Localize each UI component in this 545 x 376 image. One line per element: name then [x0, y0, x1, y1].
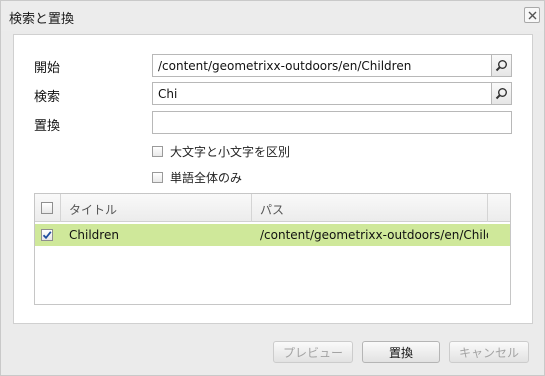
column-header-path[interactable]: パス	[252, 194, 488, 222]
case-sensitive-label: 大文字と小文字を区別	[170, 145, 291, 159]
whole-word-option[interactable]: 単語全体のみ	[152, 169, 242, 186]
column-header-title[interactable]: タイトル	[61, 194, 252, 222]
search-label: 検索	[34, 90, 61, 105]
select-all-cell	[35, 194, 61, 222]
close-icon	[528, 11, 536, 19]
case-sensitive-checkbox[interactable]	[152, 146, 163, 157]
grid-header: タイトル パス	[35, 194, 510, 222]
search-icon	[495, 88, 507, 100]
preview-button[interactable]: プレビュー	[273, 341, 353, 363]
search-icon	[495, 60, 507, 72]
table-row[interactable]: Children /content/geometrixx-outdoors/en…	[35, 224, 510, 246]
row-checkbox[interactable]	[41, 229, 53, 241]
row-path: /content/geometrixx-outdoors/en/Childr..…	[260, 228, 488, 242]
dialog-body: 開始 /content/geometrixx-outdoors/en/Child…	[13, 34, 533, 324]
whole-word-label: 単語全体のみ	[170, 171, 243, 185]
select-all-checkbox[interactable]	[41, 202, 53, 214]
search-input[interactable]: Chi	[152, 82, 492, 105]
search-trigger-button[interactable]	[491, 82, 512, 105]
dialog-title: 検索と置換	[9, 12, 75, 27]
replace-button[interactable]: 置換	[362, 341, 440, 363]
results-grid: タイトル パス Children /content/geometrixx-out…	[34, 193, 511, 305]
cancel-button[interactable]: キャンセル	[449, 341, 529, 363]
start-path-field[interactable]: /content/geometrixx-outdoors/en/Children	[152, 54, 492, 77]
checkmark-icon	[42, 231, 52, 240]
search-replace-dialog: 検索と置換 開始 /content/geometrixx-outdoors/en…	[0, 0, 545, 376]
start-browse-button[interactable]	[491, 54, 512, 77]
replace-input[interactable]	[152, 111, 512, 134]
dialog-titlebar[interactable]: 検索と置換	[1, 1, 544, 31]
start-label: 開始	[34, 61, 61, 76]
whole-word-checkbox[interactable]	[152, 172, 163, 183]
close-button[interactable]	[524, 7, 540, 23]
column-header-spacer	[488, 194, 510, 222]
case-sensitive-option[interactable]: 大文字と小文字を区別	[152, 143, 290, 160]
replace-label: 置換	[34, 119, 61, 134]
row-title: Children	[69, 228, 119, 242]
row-check-cell	[35, 224, 61, 246]
